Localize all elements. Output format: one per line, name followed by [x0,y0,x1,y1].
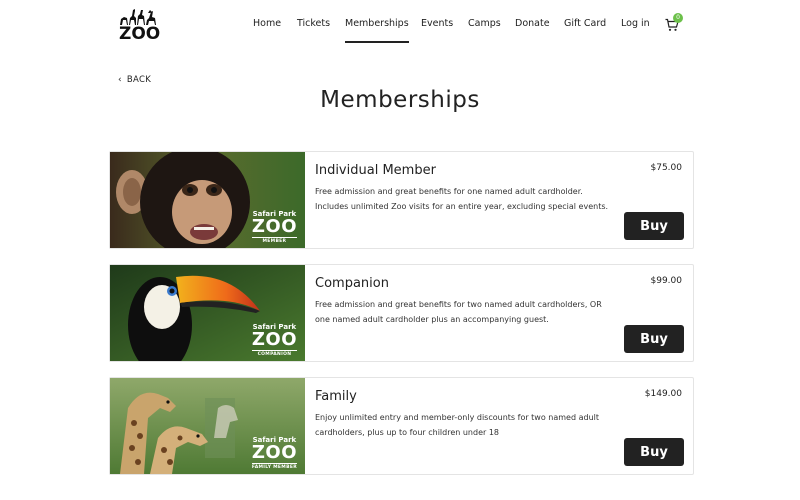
membership-price: $75.00 [650,163,683,173]
buy-button[interactable]: Buy [624,325,684,353]
membership-image-chimpanzee: Safari Park ZOO MEMBER [110,152,305,248]
membership-description: Free admission and great benefits for on… [315,187,609,211]
main-nav: Home Tickets Memberships Events Camps Do… [0,0,800,48]
buy-button[interactable]: Buy [624,212,684,240]
membership-name: Family [315,389,357,404]
safari-park-badge: Safari Park ZOO FAMILY MEMBER [251,436,297,470]
membership-card: Safari Park ZOO COMPANION Companion Free… [109,264,694,362]
membership-description: Enjoy unlimited entry and member-only di… [315,413,600,437]
membership-description: Free admission and great benefits for tw… [315,300,602,324]
membership-name: Companion [315,276,389,291]
nav-donate[interactable]: Donate [515,18,550,29]
back-label: BACK [126,75,152,85]
buy-button[interactable]: Buy [624,438,684,466]
cart-count-badge: 0 [673,13,683,23]
page-title: Memberships [320,87,480,113]
membership-image-giraffes: Safari Park ZOO FAMILY MEMBER [110,378,305,474]
nav-camps[interactable]: Camps [468,18,501,29]
chevron-left-icon: ‹ [118,75,122,85]
membership-image-toucan: Safari Park ZOO COMPANION [110,265,305,361]
nav-gift-card[interactable]: Gift Card [564,18,606,29]
nav-home[interactable]: Home [253,18,281,29]
membership-name: Individual Member [315,163,436,178]
membership-card: Safari Park ZOO MEMBER Individual Member… [109,151,694,249]
site-header: ZOO Home Tickets Memberships Events Camp… [0,0,800,48]
safari-park-badge: Safari Park ZOO MEMBER [251,210,297,244]
nav-tickets[interactable]: Tickets [297,18,330,29]
safari-park-badge: Safari Park ZOO COMPANION [251,323,297,357]
back-link[interactable]: ‹ BACK [118,75,151,85]
membership-price: $99.00 [650,276,683,286]
nav-log-in[interactable]: Log in [621,18,650,29]
membership-price: $149.00 [644,389,682,399]
nav-memberships[interactable]: Memberships [345,18,409,43]
nav-events[interactable]: Events [421,18,453,29]
membership-card: Safari Park ZOO FAMILY MEMBER Family Enj… [109,377,694,475]
